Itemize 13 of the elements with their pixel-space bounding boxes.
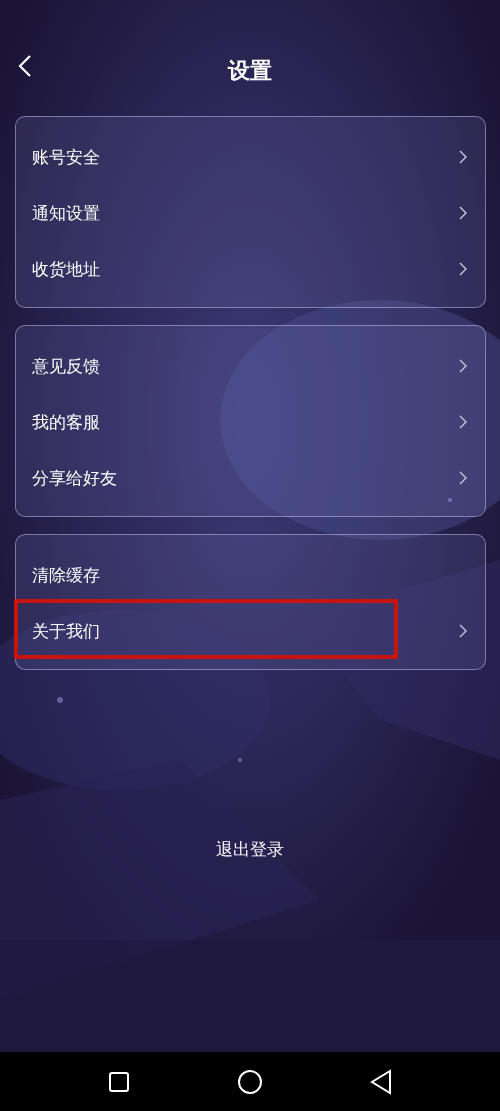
settings-item[interactable]: 清除缓存	[16, 547, 485, 603]
settings-item[interactable]: 账号安全	[16, 129, 485, 185]
page-title: 设置	[228, 57, 272, 85]
settings-item[interactable]: 我的客服	[16, 394, 485, 450]
home-button[interactable]	[237, 1068, 263, 1095]
settings-item[interactable]: 意见反馈	[16, 338, 485, 394]
back-button[interactable]	[369, 1068, 392, 1095]
back-icon	[18, 54, 32, 78]
recent-apps-button[interactable]	[108, 1070, 131, 1093]
settings-item[interactable]: 通知设置	[16, 185, 485, 241]
logout-button[interactable]: 退出登录	[212, 834, 288, 865]
settings-item[interactable]: 分享给好友	[16, 450, 485, 506]
settings-item[interactable]: 收货地址	[16, 241, 485, 297]
